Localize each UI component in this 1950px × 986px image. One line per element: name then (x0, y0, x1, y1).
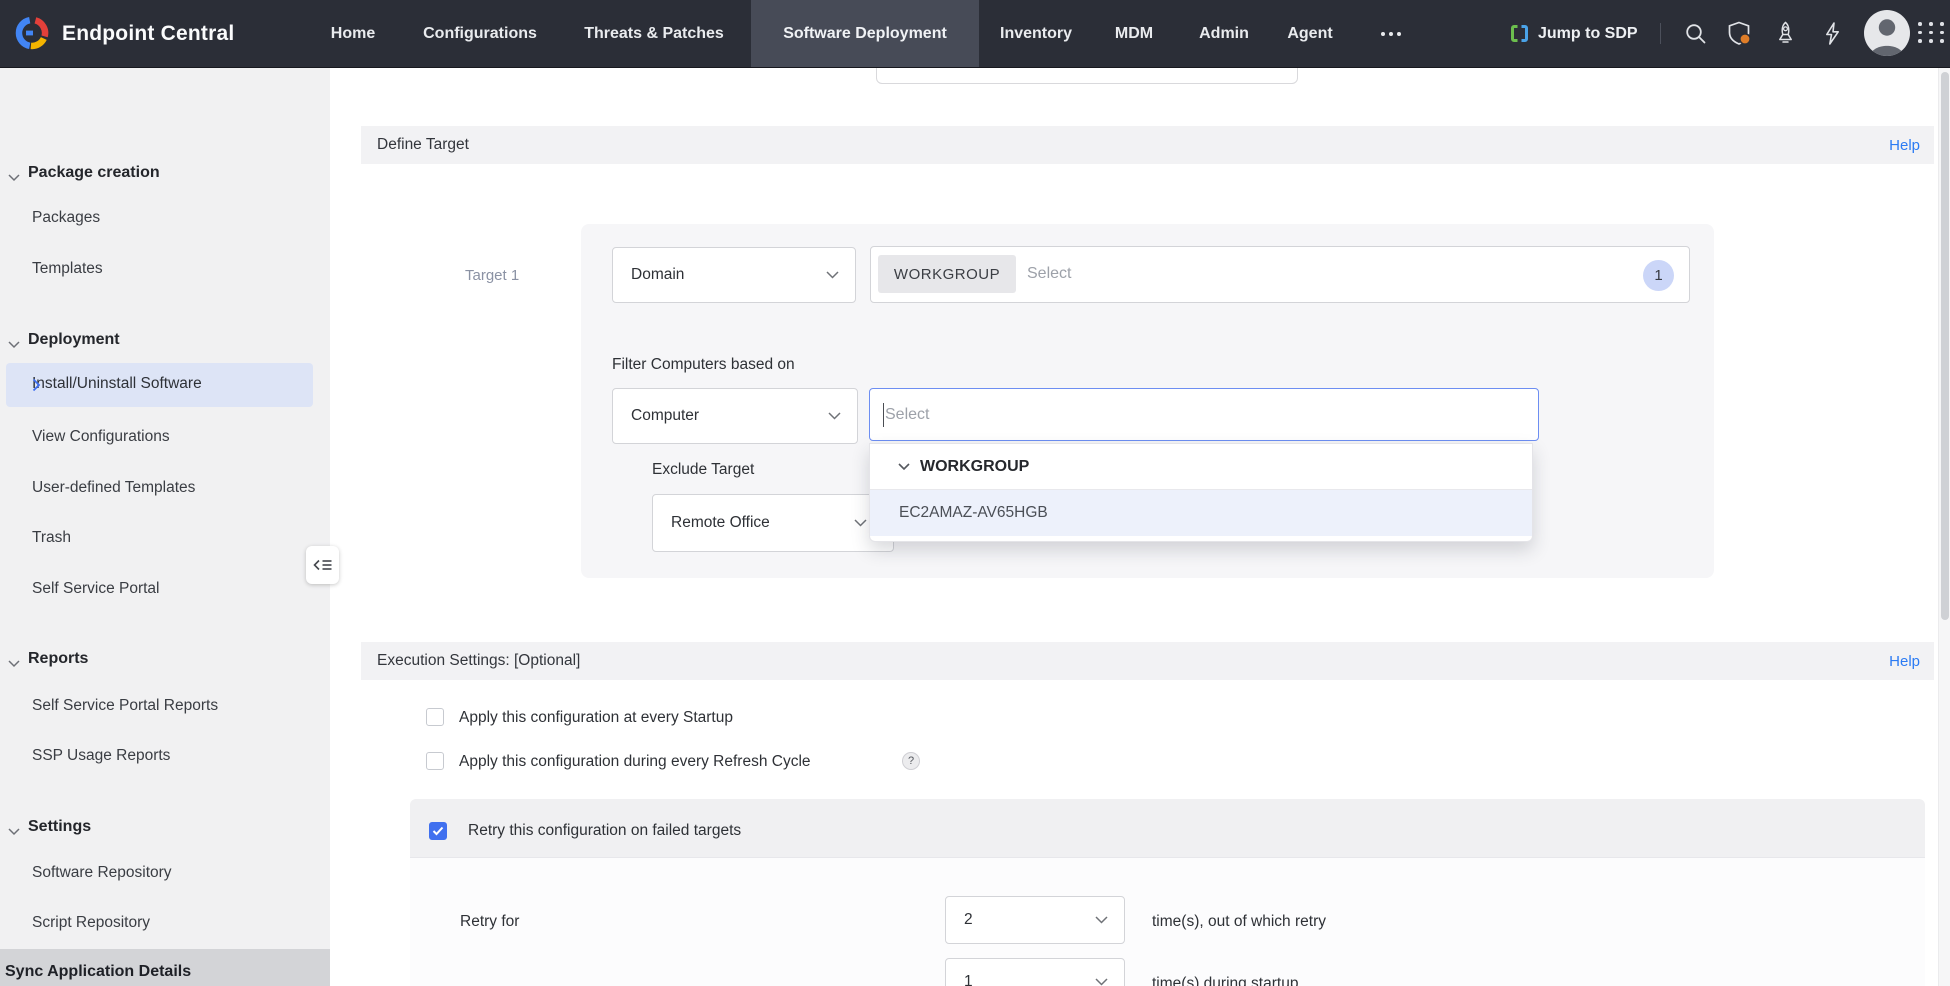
workgroup-tag[interactable]: WORKGROUP (878, 255, 1016, 293)
retry-panel: Retry this configuration on failed targe… (410, 799, 1925, 986)
chevron-down-icon (8, 336, 20, 354)
sidebar-collapse-toggle[interactable] (306, 546, 339, 584)
retry-startup-suffix: time(s) during startup (1152, 975, 1298, 986)
sidebar-item-ssp-usage-reports[interactable]: SSP Usage Reports (32, 747, 170, 765)
execution-settings-title: Execution Settings: [Optional] (377, 652, 580, 670)
target-1-label: Target 1 (465, 267, 519, 284)
checkmark-icon (432, 826, 444, 836)
nav-item-threats-patches[interactable]: Threats & Patches (584, 0, 724, 67)
exclude-type-select[interactable]: Remote Office (652, 494, 894, 552)
sdp-icon (1508, 0, 1531, 67)
nav-item-mdm[interactable]: MDM (1115, 0, 1153, 67)
startup-checkbox-label: Apply this configuration at every Startu… (459, 709, 733, 727)
chevron-down-icon (826, 266, 839, 284)
chevron-down-icon (854, 514, 867, 532)
page-scrollbar (1938, 67, 1950, 986)
sidebar: Package creation Packages Templates Depl… (0, 67, 330, 986)
search-icon[interactable] (1684, 0, 1708, 67)
dropdown-group-workgroup[interactable]: WORKGROUP (870, 444, 1532, 490)
chevron-down-icon (1095, 973, 1108, 986)
nav-divider (1660, 23, 1661, 44)
refresh-cycle-checkbox[interactable] (426, 752, 444, 770)
chevron-down-icon (8, 655, 20, 673)
jump-to-sdp-link[interactable]: Jump to SDP (1538, 0, 1638, 67)
brand-name: Endpoint Central (62, 0, 234, 67)
define-target-header: Define Target Help (361, 126, 1934, 164)
sidebar-item-script-repository[interactable]: Script Repository (32, 914, 150, 932)
chevron-right-icon (32, 378, 299, 397)
filter-computers-label: Filter Computers based on (612, 356, 795, 374)
startup-checkbox[interactable] (426, 708, 444, 726)
sidebar-section-settings[interactable]: Settings (28, 818, 91, 836)
sidebar-item-templates[interactable]: Templates (32, 260, 103, 278)
nav-item-inventory[interactable]: Inventory (1000, 0, 1072, 67)
sync-application-title: Sync Application Details (5, 963, 191, 981)
sidebar-item-trash[interactable]: Trash (32, 529, 71, 547)
collapse-sidebar-icon (313, 558, 333, 572)
chevron-down-icon (8, 823, 20, 841)
dropdown-option-ec2amaz[interactable]: EC2AMAZ-AV65HGB (870, 490, 1532, 536)
app-launcher-grid-icon[interactable] (1918, 22, 1946, 43)
user-avatar[interactable] (1864, 10, 1910, 56)
endpoint-central-logo-icon[interactable] (15, 16, 49, 50)
selected-count-badge: 1 (1643, 260, 1674, 291)
sidebar-section-deployment[interactable]: Deployment (28, 331, 120, 349)
retry-for-label: Retry for (460, 913, 519, 931)
nav-item-agent[interactable]: Agent (1287, 0, 1332, 67)
sidebar-item-ssp-reports[interactable]: Self Service Portal Reports (32, 697, 218, 715)
sidebar-section-reports[interactable]: Reports (28, 650, 88, 668)
refresh-cycle-checkbox-label: Apply this configuration during every Re… (459, 753, 811, 771)
sidebar-item-packages[interactable]: Packages (32, 209, 100, 227)
execution-settings-header: Execution Settings: [Optional] Help (361, 642, 1934, 680)
sidebar-item-install-uninstall-software[interactable]: Install/Uninstall Software (6, 363, 313, 407)
retry-count-select[interactable]: 2 (945, 896, 1125, 944)
rocket-icon[interactable] (1772, 0, 1799, 67)
help-question-icon[interactable]: ? (902, 752, 920, 770)
scope-placeholder: Select (1027, 265, 1071, 283)
endpoint-central-app: Endpoint Central Home Configurations Thr… (0, 0, 1950, 986)
computer-search-input[interactable]: Select (869, 388, 1539, 441)
quick-actions-bolt-icon[interactable] (1820, 0, 1845, 67)
nav-item-configurations[interactable]: Configurations (423, 0, 537, 67)
exclude-target-label: Exclude Target (652, 461, 754, 479)
target-scope-select[interactable]: WORKGROUP Select 1 (870, 246, 1690, 303)
chevron-down-icon (1095, 911, 1108, 929)
sync-application-band: Sync Application Details Sync Now (0, 949, 330, 986)
computer-search-placeholder: Select (885, 406, 929, 424)
execution-settings-help-link[interactable]: Help (1889, 653, 1920, 670)
retry-startup-count-select[interactable]: 1 (945, 958, 1125, 986)
nav-item-admin[interactable]: Admin (1199, 0, 1249, 67)
sidebar-section-package-creation[interactable]: Package creation (28, 164, 160, 182)
nav-item-software-deployment-active[interactable]: Software Deployment (751, 0, 979, 67)
retry-checkbox-label: Retry this configuration on failed targe… (468, 822, 741, 840)
top-nav: Endpoint Central Home Configurations Thr… (0, 0, 1950, 67)
sidebar-item-view-configurations[interactable]: View Configurations (32, 428, 170, 446)
retry-count-suffix: time(s), out of which retry (1152, 913, 1326, 931)
security-shield-icon[interactable] (1726, 0, 1753, 67)
nav-item-home[interactable]: Home (331, 0, 375, 67)
scrollbar-thumb[interactable] (1941, 72, 1949, 620)
chevron-down-icon (8, 169, 20, 187)
nav-more-menu-icon[interactable] (1381, 0, 1401, 67)
computer-dropdown: WORKGROUP EC2AMAZ-AV65HGB (869, 443, 1533, 542)
define-target-title: Define Target (377, 136, 469, 154)
retry-checkbox[interactable] (429, 822, 447, 840)
sidebar-item-user-defined-templates[interactable]: User-defined Templates (32, 479, 195, 497)
chevron-down-icon (898, 458, 910, 476)
define-target-help-link[interactable]: Help (1889, 137, 1920, 154)
target-type-select[interactable]: Domain (612, 247, 856, 303)
sidebar-item-software-repository[interactable]: Software Repository (32, 864, 172, 882)
text-cursor (883, 403, 884, 427)
sidebar-item-self-service-portal[interactable]: Self Service Portal (32, 580, 160, 598)
filter-type-select[interactable]: Computer (612, 388, 858, 444)
chevron-down-icon (828, 407, 841, 425)
